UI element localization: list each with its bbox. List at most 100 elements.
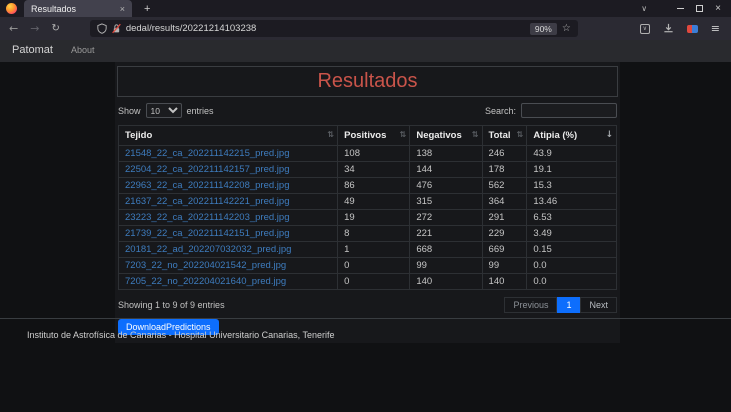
tab-title: Resultados xyxy=(31,4,116,14)
value-cell: 43.9 xyxy=(527,146,617,162)
show-label: Show xyxy=(118,106,141,116)
column-header[interactable]: Negativos⇅ xyxy=(410,126,482,146)
value-cell: 138 xyxy=(410,146,482,162)
maximize-icon[interactable] xyxy=(696,5,703,12)
column-header[interactable]: Total⇅ xyxy=(482,126,527,146)
tissue-link[interactable]: 23223_22_ca_202211142203_pred.jpg xyxy=(125,212,289,223)
value-cell: 6.53 xyxy=(527,210,617,226)
pagination: Previous 1 Next xyxy=(504,297,617,313)
table-info-row: Showing 1 to 9 of 9 entries Previous 1 N… xyxy=(118,297,617,313)
table-row: 21637_22_ca_202211142221_pred.jpg4931536… xyxy=(119,194,617,210)
current-page-button[interactable]: 1 xyxy=(557,297,580,313)
table-row: 21548_22_ca_202211142215_pred.jpg 1081382… xyxy=(119,146,617,162)
back-icon[interactable]: ← xyxy=(9,22,18,35)
sort-icon[interactable]: ⇅ xyxy=(327,130,334,139)
table-row: 22504_22_ca_202211142157_pred.jpg3414417… xyxy=(119,162,617,178)
results-container: Resultados Show 10 entries Search: Tejid… xyxy=(115,62,620,343)
table-row: 23223_22_ca_202211142203_pred.jpg1927229… xyxy=(119,210,617,226)
tissue-link[interactable]: 7203_22_no_202204021542_pred.jpg xyxy=(125,260,286,271)
page-title: Resultados xyxy=(317,70,417,93)
tab-strip: Resultados × + ∨ × xyxy=(0,0,731,17)
search-control: Search: xyxy=(485,103,617,118)
search-input[interactable] xyxy=(521,103,617,118)
column-header[interactable]: Positivos⇅ xyxy=(338,126,410,146)
site-navbar: Patomat About xyxy=(0,40,731,62)
column-header[interactable]: Atipia (%)↓ xyxy=(527,126,617,146)
bookmark-star-icon[interactable]: ☆ xyxy=(562,23,571,34)
tissue-link[interactable]: 21739_22_ca_202211142151_pred.jpg xyxy=(125,228,289,239)
table-body: 21548_22_ca_202211142215_pred.jpg1081382… xyxy=(119,146,617,290)
value-cell: 99 xyxy=(482,258,527,274)
sort-icon[interactable]: ⇅ xyxy=(400,130,407,139)
column-header[interactable]: Tejido⇅ xyxy=(119,126,338,146)
firefox-logo-icon[interactable] xyxy=(6,3,17,14)
value-cell: 0.0 xyxy=(527,258,617,274)
sort-desc-icon[interactable]: ↓ xyxy=(605,130,613,140)
table-header-row: Tejido⇅Positivos⇅Negativos⇅Total⇅Atipia … xyxy=(119,126,617,146)
tissue-link[interactable]: 22963_22_ca_202211142208_pred.jpg xyxy=(125,180,289,191)
value-cell: 668 xyxy=(410,242,482,258)
sort-icon[interactable]: ⇅ xyxy=(472,130,479,139)
list-tabs-chevron-icon[interactable]: ∨ xyxy=(641,4,647,13)
new-tab-button[interactable]: + xyxy=(144,3,150,15)
footer-divider xyxy=(0,318,731,319)
table-row: 7203_22_no_202204021542_pred.jpg099990.0 xyxy=(119,258,617,274)
page-length-select[interactable]: 10 xyxy=(146,103,182,118)
value-cell: 3.49 xyxy=(527,226,617,242)
url-text[interactable]: dedal/results/20221214103238 xyxy=(126,23,525,34)
tissue-link[interactable]: 7205_22_no_202204021640_pred.jpg xyxy=(125,276,286,287)
tissue-cell: 23223_22_ca_202211142203_pred.jpg xyxy=(119,210,338,226)
mask-extension-icon[interactable] xyxy=(687,25,698,33)
insecure-lock-icon[interactable] xyxy=(112,23,121,34)
value-cell: 19 xyxy=(338,210,410,226)
results-table: Tejido⇅Positivos⇅Negativos⇅Total⇅Atipia … xyxy=(118,125,617,290)
value-cell: 291 xyxy=(482,210,527,226)
value-cell: 0.0 xyxy=(527,274,617,290)
browser-tab[interactable]: Resultados × xyxy=(24,0,132,17)
navbar-brand[interactable]: Patomat xyxy=(12,44,53,56)
entries-label: entries xyxy=(187,106,214,116)
length-control: Show 10 entries xyxy=(118,103,214,118)
value-cell: 0 xyxy=(338,258,410,274)
tab-close-icon[interactable]: × xyxy=(120,4,125,14)
tissue-link[interactable]: 21548_22_ca_202211142215_pred.jpg xyxy=(125,148,289,159)
page-body: Patomat About Resultados Show 10 entries… xyxy=(0,40,731,412)
value-cell: 246 xyxy=(482,146,527,162)
window-close-icon[interactable]: × xyxy=(715,5,721,12)
menu-hamburger-icon[interactable]: ≡ xyxy=(711,22,720,35)
table-row: 21739_22_ca_202211142151_pred.jpg8221229… xyxy=(119,226,617,242)
extension-icon[interactable]: ∨ xyxy=(640,24,650,34)
value-cell: 364 xyxy=(482,194,527,210)
nav-link-about[interactable]: About xyxy=(71,45,95,55)
browser-window: Resultados × + ∨ × ← → ↻ dedal/results/2… xyxy=(0,0,731,412)
value-cell: 49 xyxy=(338,194,410,210)
table-controls: Show 10 entries Search: xyxy=(118,103,617,118)
zoom-level-badge[interactable]: 90% xyxy=(530,23,557,35)
value-cell: 19.1 xyxy=(527,162,617,178)
next-page-button[interactable]: Next xyxy=(580,297,617,313)
toolbar-right-icons: ∨ ≡ xyxy=(640,22,720,35)
value-cell: 15.3 xyxy=(527,178,617,194)
tissue-cell: 22963_22_ca_202211142208_pred.jpg xyxy=(119,178,338,194)
value-cell: 99 xyxy=(410,258,482,274)
tissue-link[interactable]: 20181_22_ad_202207032032_pred.jpg xyxy=(125,244,291,255)
tissue-cell: 22504_22_ca_202211142157_pred.jpg xyxy=(119,162,338,178)
minimize-icon[interactable] xyxy=(677,8,684,9)
window-controls: × xyxy=(677,5,721,12)
value-cell: 669 xyxy=(482,242,527,258)
value-cell: 178 xyxy=(482,162,527,178)
reload-icon[interactable]: ↻ xyxy=(51,23,59,34)
value-cell: 108 xyxy=(338,146,410,162)
forward-icon[interactable]: → xyxy=(30,22,39,35)
tissue-link[interactable]: 21637_22_ca_202211142221_pred.jpg xyxy=(125,196,289,207)
tissue-link[interactable]: 22504_22_ca_202211142157_pred.jpg xyxy=(125,164,289,175)
sort-icon[interactable]: ⇅ xyxy=(517,130,524,139)
previous-page-button[interactable]: Previous xyxy=(504,297,557,313)
value-cell: 562 xyxy=(482,178,527,194)
table-row: 20181_22_ad_202207032032_pred.jpg 1668669… xyxy=(119,242,617,258)
shield-icon[interactable] xyxy=(97,23,107,34)
downloads-icon[interactable] xyxy=(663,23,674,34)
value-cell: 1 xyxy=(338,242,410,258)
tissue-cell: 21739_22_ca_202211142151_pred.jpg xyxy=(119,226,338,242)
url-bar[interactable]: dedal/results/20221214103238 90% ☆ xyxy=(90,20,578,37)
